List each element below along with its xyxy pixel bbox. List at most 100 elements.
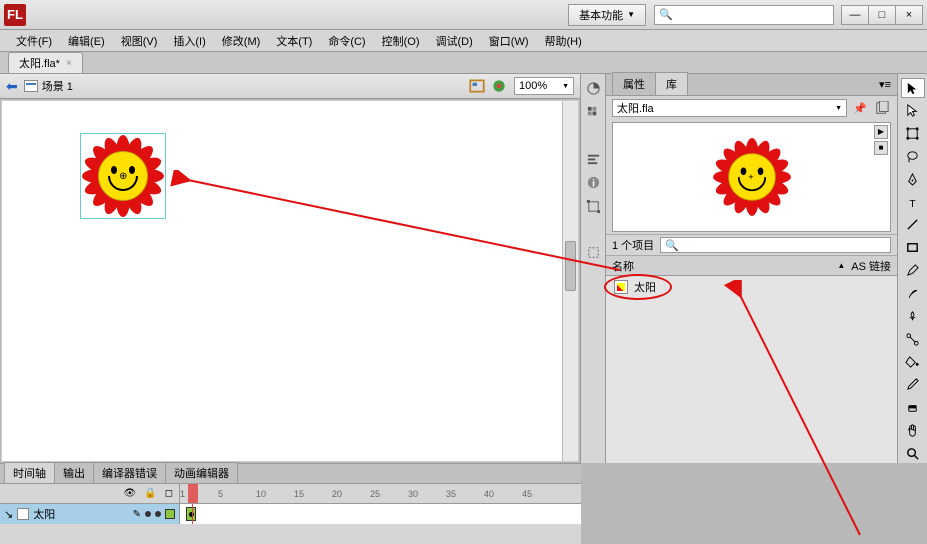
stage-canvas[interactable]: ⊕ — [1, 100, 579, 462]
pin-icon[interactable]: 📌 — [851, 99, 869, 117]
menu-file[interactable]: 文件(F) — [8, 31, 60, 51]
tab-output[interactable]: 输出 — [54, 462, 94, 483]
bone-tool[interactable] — [901, 329, 925, 349]
close-button[interactable]: × — [895, 5, 923, 25]
svg-text:i: i — [592, 178, 595, 189]
zoom-tool[interactable] — [901, 443, 925, 463]
tab-properties[interactable]: 属性 — [612, 72, 656, 95]
zoom-input[interactable]: 100% ▼ — [514, 77, 574, 95]
menu-control[interactable]: 控制(O) — [374, 31, 428, 51]
swatches-panel-icon[interactable] — [583, 102, 603, 122]
layer-name[interactable]: 太阳 — [33, 506, 55, 522]
menu-window[interactable]: 窗口(W) — [481, 31, 537, 51]
menu-text[interactable]: 文本(T) — [268, 31, 320, 51]
library-list[interactable]: 太阳 — [606, 276, 897, 463]
library-document-name: 太阳.fla — [617, 100, 654, 116]
window-buttons: — □ × — [842, 5, 923, 25]
layer-cell[interactable]: ↘ 太阳 ✎ — [0, 504, 180, 524]
workspace-dropdown[interactable]: 基本功能 ▼ — [568, 4, 646, 26]
free-transform-tool[interactable] — [901, 124, 925, 144]
eraser-tool[interactable] — [901, 398, 925, 418]
menu-bar: 文件(F) 编辑(E) 视图(V) 插入(I) 修改(M) 文本(T) 命令(C… — [0, 30, 927, 52]
maximize-button[interactable]: □ — [868, 5, 896, 25]
panel-options-icon[interactable]: ▾≡ — [879, 78, 891, 91]
outline-color-icon[interactable] — [165, 509, 175, 519]
title-bar: FL 基本功能 ▼ 🔍 — □ × — [0, 0, 927, 30]
scene-icon — [24, 80, 38, 92]
new-library-icon[interactable] — [873, 99, 891, 117]
keyframe[interactable] — [186, 507, 196, 521]
chevron-down-icon: ▼ — [627, 10, 635, 19]
deco-tool[interactable] — [901, 306, 925, 326]
pencil-icon: ✎ — [133, 509, 141, 520]
column-as-linkage[interactable]: AS 链接 — [851, 258, 891, 274]
library-item-name: 太阳 — [634, 279, 656, 295]
align-panel-icon[interactable] — [583, 148, 603, 168]
lasso-tool[interactable] — [901, 147, 925, 167]
menu-help[interactable]: 帮助(H) — [537, 31, 590, 51]
lock-header-icon[interactable]: 🔒 — [144, 488, 156, 499]
close-tab-icon[interactable]: × — [66, 58, 72, 69]
pen-tool[interactable] — [901, 169, 925, 189]
timeline-layer-row[interactable]: ↘ 太阳 ✎ — [0, 504, 581, 524]
panel-icon[interactable] — [583, 242, 603, 262]
rectangle-tool[interactable] — [901, 238, 925, 258]
paint-bucket-tool[interactable] — [901, 352, 925, 372]
library-search-input[interactable]: 🔍 — [660, 237, 891, 253]
search-input[interactable]: 🔍 — [654, 5, 834, 25]
line-tool[interactable] — [901, 215, 925, 235]
tab-motion-editor[interactable]: 动画编辑器 — [165, 462, 238, 483]
sort-arrow-icon: ▲ — [837, 261, 845, 270]
main-row: ⬅ 场景 1 100% ▼ ⊕ i — [0, 74, 927, 463]
menu-debug[interactable]: 调试(D) — [428, 31, 481, 51]
color-panel-icon[interactable] — [583, 78, 603, 98]
layer-page-icon — [17, 508, 29, 520]
transform-panel-icon[interactable] — [583, 196, 603, 216]
subselection-tool[interactable] — [901, 101, 925, 121]
tab-library[interactable]: 库 — [655, 72, 688, 95]
menu-command[interactable]: 命令(C) — [320, 31, 373, 51]
info-panel-icon[interactable]: i — [583, 172, 603, 192]
timeline-tabs: 时间轴 输出 编译器错误 动画编辑器 — [0, 464, 581, 484]
outline-header-icon[interactable]: ◻ — [165, 488, 173, 499]
edit-scene-icon[interactable] — [468, 77, 486, 95]
document-tab[interactable]: 太阳.fla* × — [8, 52, 83, 73]
eyedropper-tool[interactable] — [901, 375, 925, 395]
visibility-header-icon[interactable]: 👁 — [124, 488, 137, 499]
sun-graphic: ⊕ — [82, 135, 164, 217]
pencil-tool[interactable] — [901, 261, 925, 281]
text-tool[interactable]: T — [901, 192, 925, 212]
layer-header-icons: 👁 🔒 ◻ — [0, 484, 180, 503]
search-icon: 🔍 — [659, 8, 673, 21]
menu-insert[interactable]: 插入(I) — [165, 31, 213, 51]
frames-ruler[interactable]: 151015202530354045 — [180, 484, 581, 503]
registration-point-icon: ⊕ — [119, 171, 127, 182]
preview-stop-icon[interactable]: ■ — [874, 141, 888, 155]
column-name[interactable]: 名称 — [612, 258, 837, 274]
edit-symbol-icon[interactable] — [490, 77, 508, 95]
frames-track[interactable] — [180, 504, 581, 524]
visibility-dot-icon[interactable] — [145, 511, 151, 517]
back-arrow-icon[interactable]: ⬅ — [6, 78, 18, 95]
preview-play-icon[interactable]: ▶ — [874, 125, 888, 139]
library-document-dropdown[interactable]: 太阳.fla ▼ — [612, 99, 847, 117]
library-item[interactable]: 太阳 — [606, 276, 897, 298]
menu-edit[interactable]: 编辑(E) — [60, 31, 113, 51]
stage-scrollbar-vertical[interactable] — [562, 101, 578, 461]
selection-tool[interactable] — [901, 78, 925, 98]
minimize-button[interactable]: — — [841, 5, 869, 25]
hand-tool[interactable] — [901, 420, 925, 440]
brush-tool[interactable] — [901, 284, 925, 304]
stage-symbol-sun[interactable]: ⊕ — [80, 133, 166, 219]
collapsed-panel-strip: i — [581, 74, 606, 463]
lock-dot-icon[interactable] — [155, 511, 161, 517]
tab-timeline[interactable]: 时间轴 — [4, 462, 55, 483]
menu-view[interactable]: 视图(V) — [113, 31, 166, 51]
app-logo: FL — [4, 4, 26, 26]
playhead[interactable] — [188, 484, 198, 503]
scene-label[interactable]: 场景 1 — [42, 78, 73, 94]
panel-tabs: 属性 库 ▾≡ — [606, 74, 897, 96]
library-list-header[interactable]: 名称 ▲ AS 链接 — [606, 256, 897, 276]
menu-modify[interactable]: 修改(M) — [214, 31, 269, 51]
tab-compiler-errors[interactable]: 编译器错误 — [93, 462, 166, 483]
